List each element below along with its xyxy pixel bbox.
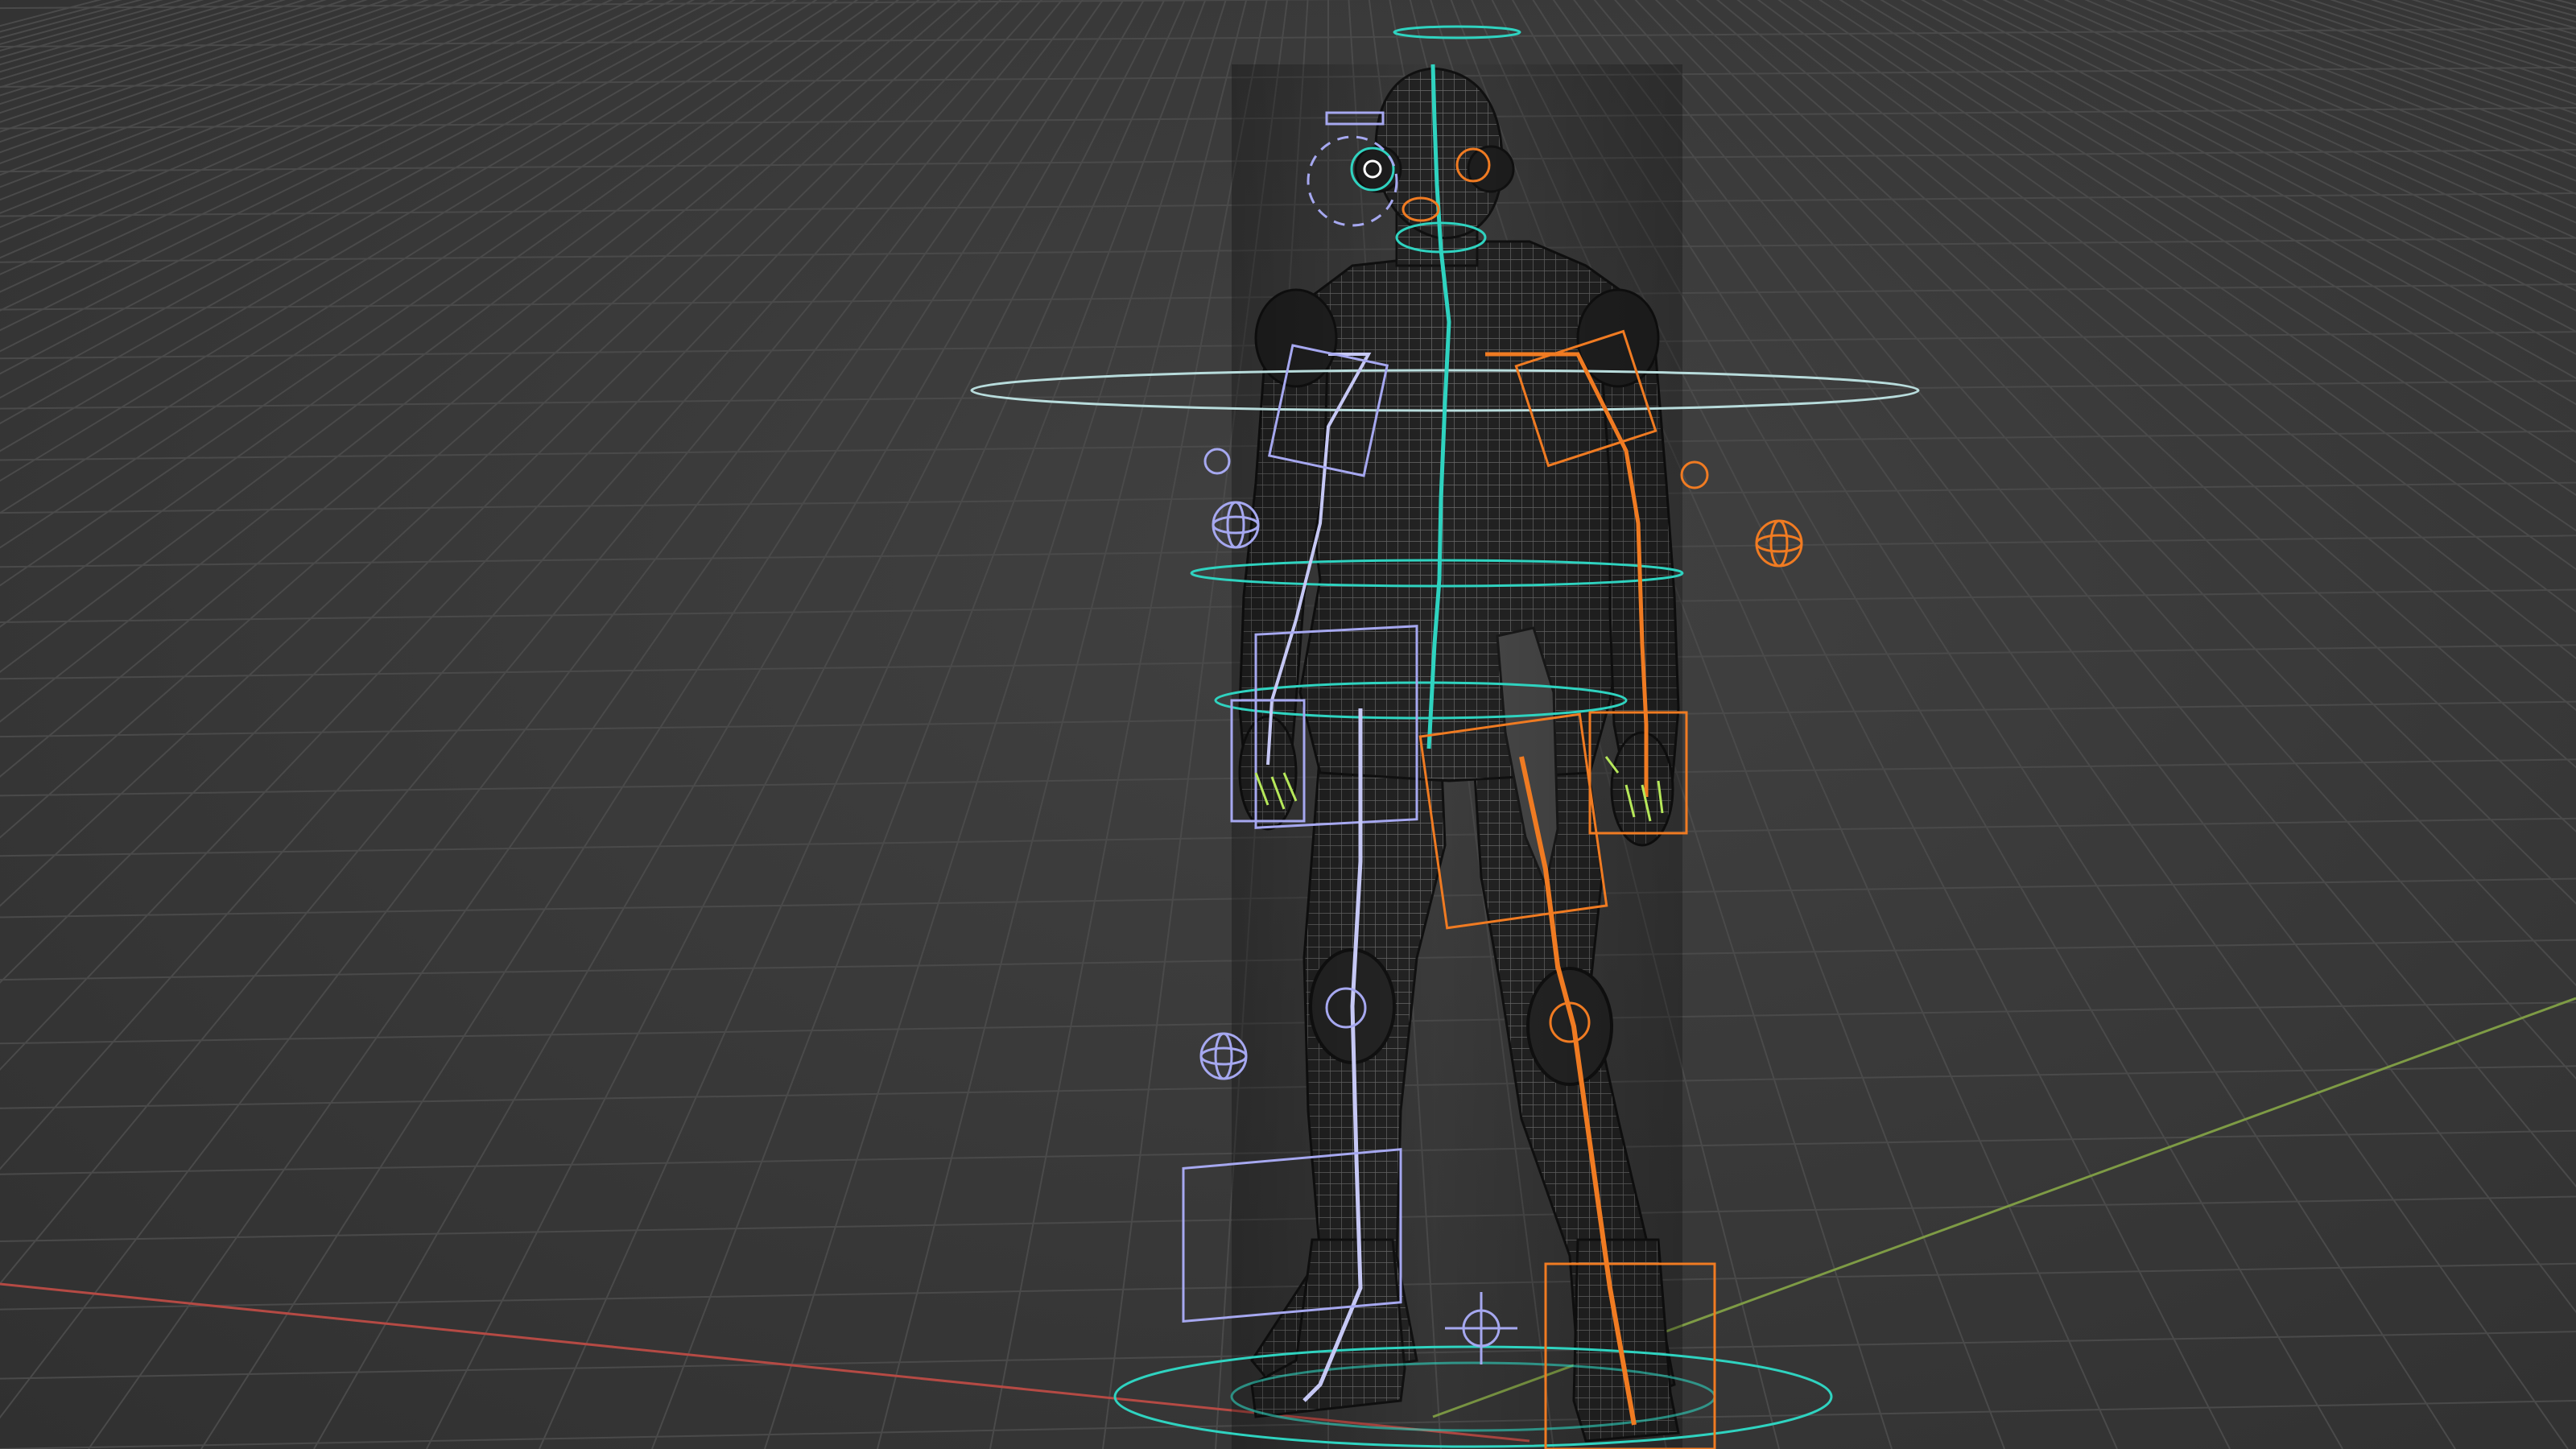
grid-line <box>88 0 1104 1449</box>
grid-line <box>651 0 1207 1449</box>
grid-line <box>313 0 1146 1449</box>
left-elbow-pole-control[interactable] <box>1203 448 1231 475</box>
gimbal-control-icon[interactable] <box>1755 519 1803 568</box>
right-elbow-pole-control[interactable] <box>1680 460 1709 489</box>
character-mesh[interactable] <box>1232 64 1682 1449</box>
3d-viewport[interactable] <box>0 0 2576 1449</box>
grid-line <box>200 0 1125 1449</box>
viewport-scene[interactable] <box>0 0 2576 1449</box>
